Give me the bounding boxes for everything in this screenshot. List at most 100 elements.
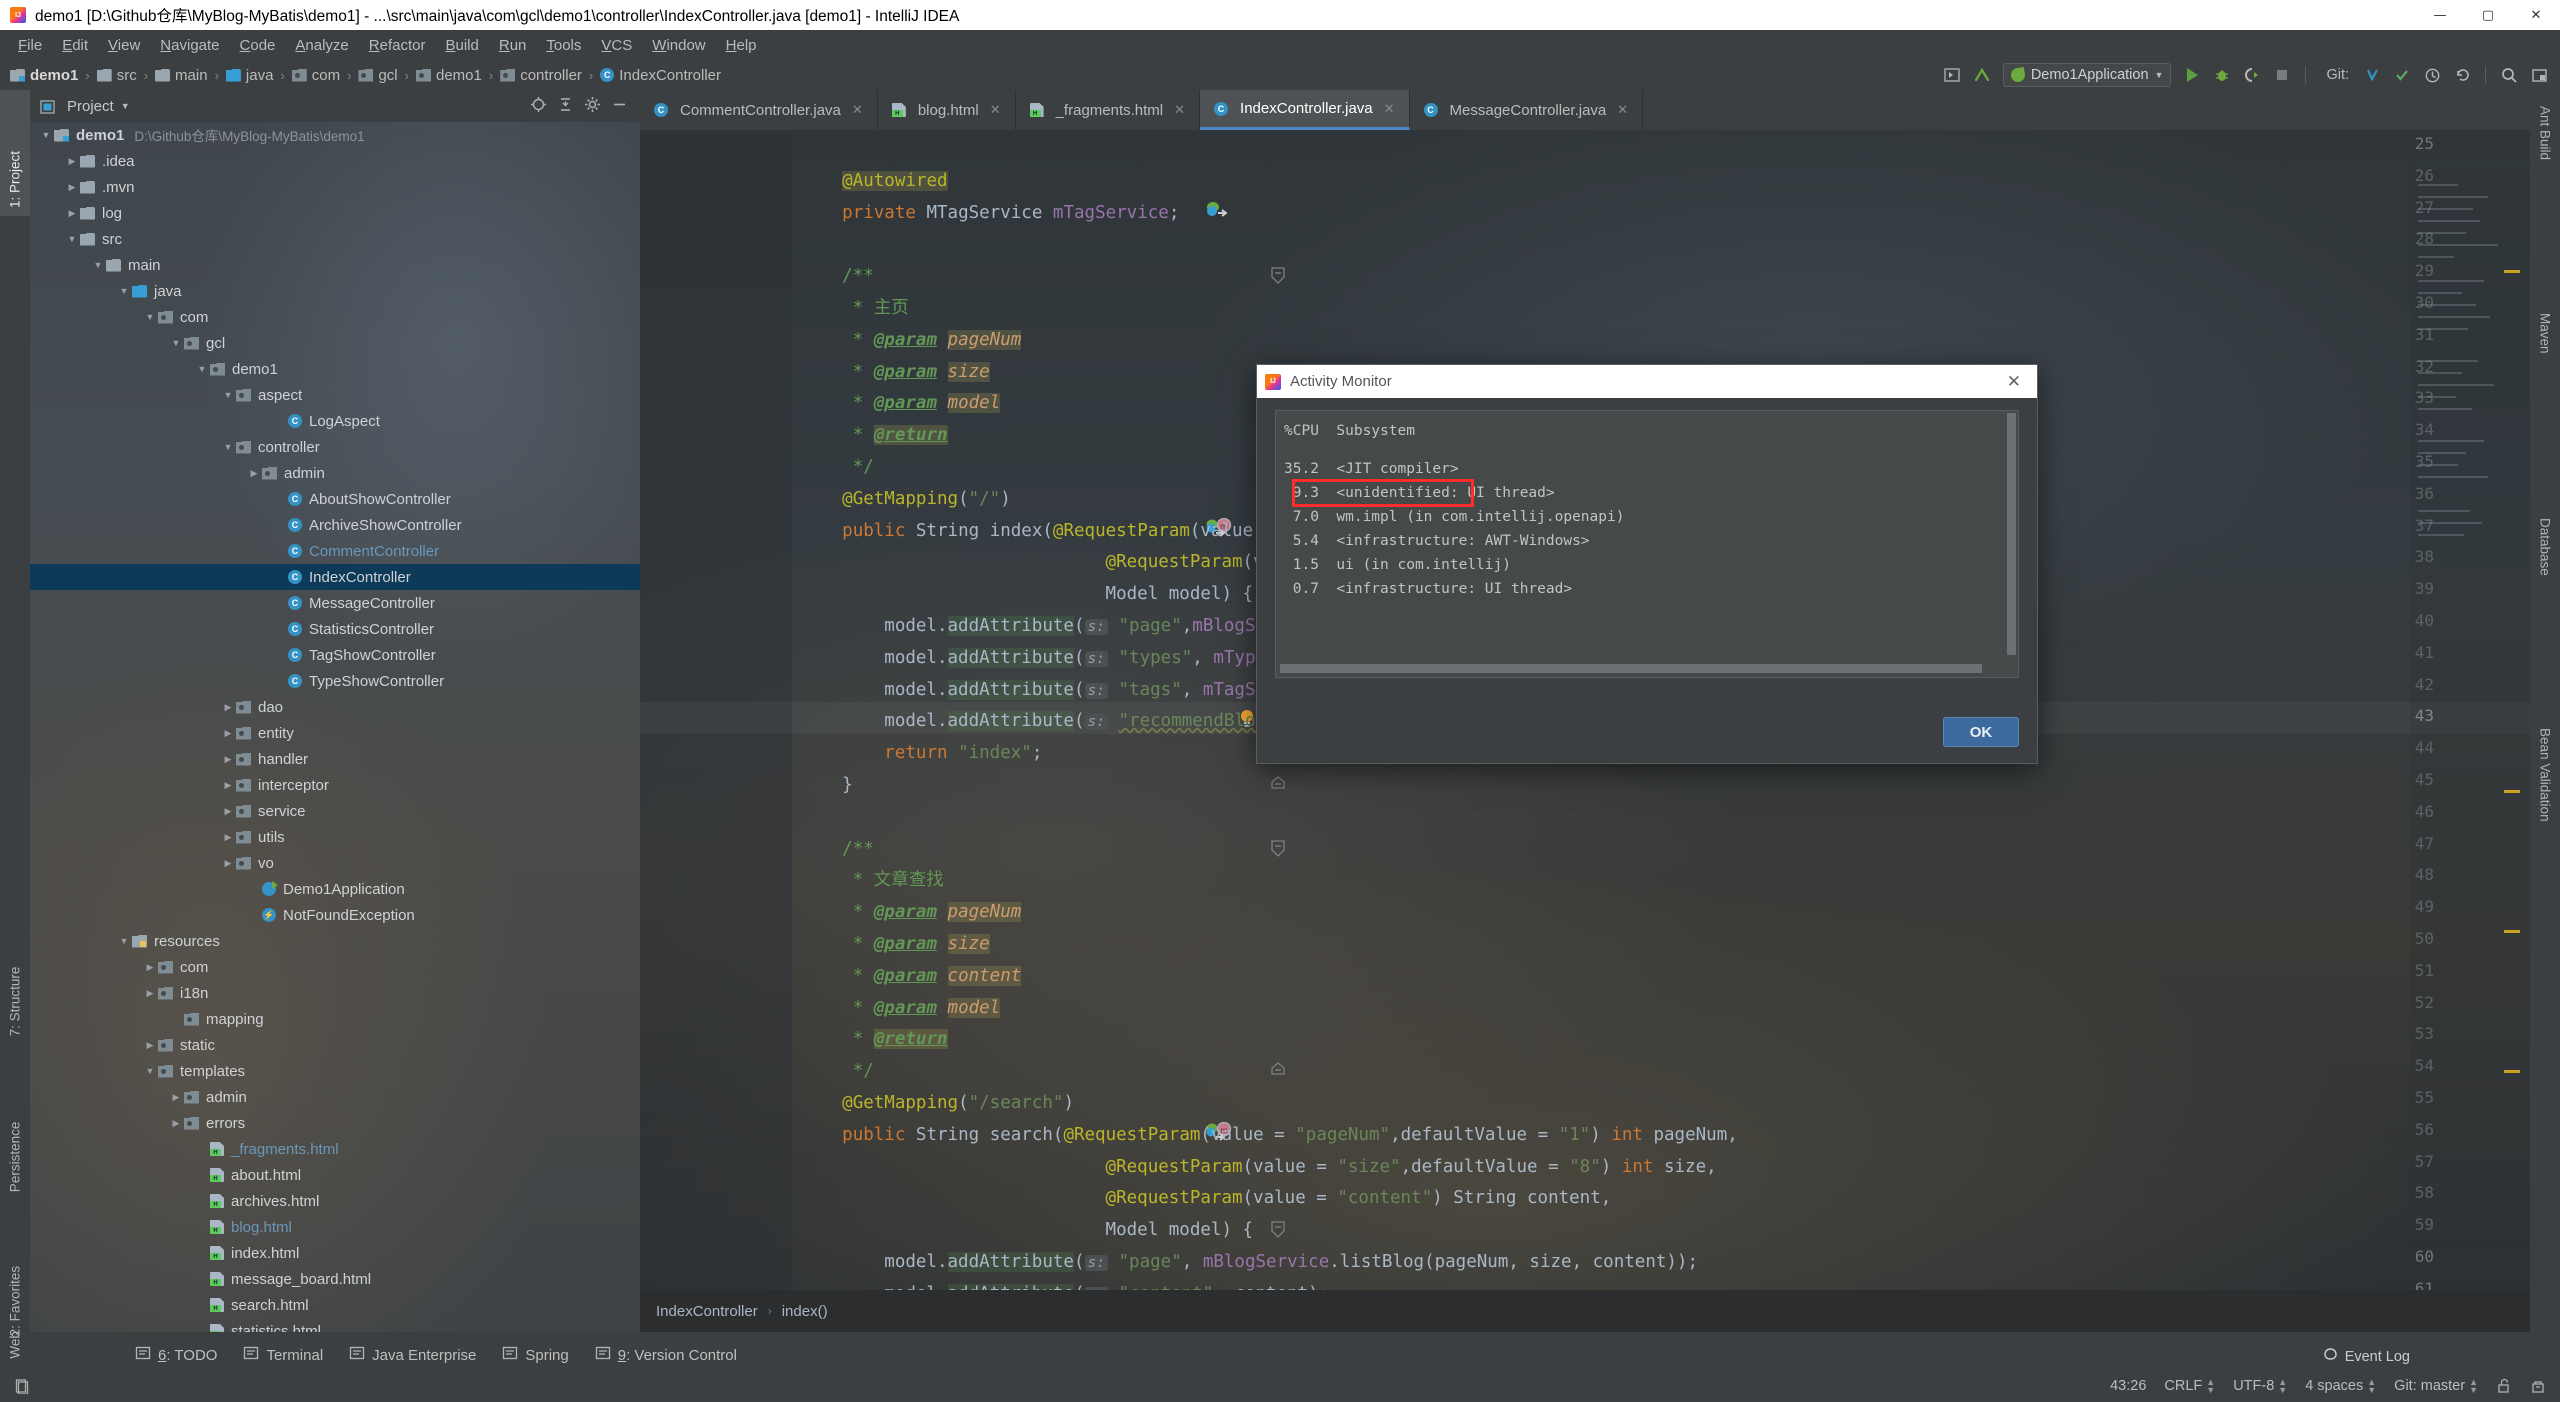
chevron-right-icon[interactable]: ▶ <box>246 468 262 479</box>
chevron-right-icon[interactable]: ▶ <box>142 962 158 973</box>
breadcrumb-item-demo1[interactable]: demo1 <box>416 67 482 84</box>
tree-node[interactable]: ▶ service <box>30 798 640 824</box>
close-icon[interactable]: ✕ <box>1174 102 1185 118</box>
tree-node[interactable]: C LogAspect <box>30 408 640 434</box>
tree-node[interactable]: C AboutShowController <box>30 486 640 512</box>
tree-node[interactable]: ▶ .mvn <box>30 174 640 200</box>
tree-node[interactable]: mapping <box>30 1006 640 1032</box>
close-icon[interactable]: ✕ <box>852 102 863 118</box>
chevron-right-icon[interactable]: ▶ <box>220 754 236 765</box>
chevron-right-icon[interactable]: ▶ <box>64 182 80 193</box>
collapse-all-icon[interactable] <box>557 96 574 116</box>
git-branch-selector[interactable]: Git: master ▲ ▼ <box>2394 1378 2478 1395</box>
activity-row[interactable]: 1.5 ui (in com.intellij) <box>1276 553 2018 577</box>
tree-node[interactable]: search.html <box>30 1292 640 1318</box>
chevron-down-icon[interactable]: ▼ <box>2155 70 2164 80</box>
menu-item-run[interactable]: Run <box>489 34 537 57</box>
coverage-icon[interactable] <box>2239 63 2265 87</box>
editor-tab-fragmentshtml[interactable]: _fragments.html ✕ <box>1016 90 1201 130</box>
minimize-button[interactable]: — <box>2416 0 2464 30</box>
git-update-icon[interactable] <box>2359 63 2385 87</box>
indent-selector[interactable]: 4 spaces ▲ ▼ <box>2305 1378 2376 1395</box>
tree-node[interactable]: blog.html <box>30 1214 640 1240</box>
settings-layout-icon[interactable] <box>2526 63 2552 87</box>
menu-item-code[interactable]: Code <box>230 34 286 57</box>
menu-item-navigate[interactable]: Navigate <box>150 34 229 57</box>
chevron-right-icon[interactable]: ▶ <box>64 156 80 167</box>
chevron-down-icon[interactable]: ▼ <box>220 390 236 400</box>
tree-node[interactable]: ▼ demo1 D:\Github仓库\MyBlog-MyBatis\demo1 <box>30 122 640 148</box>
tool-tab-maven[interactable]: Maven <box>2530 305 2560 389</box>
chevron-right-icon[interactable]: ▶ <box>142 1040 158 1051</box>
error-stripe-marker[interactable] <box>2504 270 2520 273</box>
menu-item-analyze[interactable]: Analyze <box>285 34 358 57</box>
chevron-right-icon[interactable]: ▶ <box>220 832 236 843</box>
status-bar[interactable]: 43:26 CRLF ▲ ▼ UTF-8 ▲ ▼ 4 spaces ▲ ▼ Git: … <box>0 1370 2560 1402</box>
tree-node[interactable]: ▶ vo <box>30 850 640 876</box>
tree-node[interactable]: ▼ resources <box>30 928 640 954</box>
undo-arrow-icon[interactable] <box>1969 63 1995 87</box>
error-stripe-marker[interactable] <box>2504 930 2520 933</box>
chevron-down-icon[interactable]: ▼ <box>121 101 130 111</box>
tool-tab-beanvalidation[interactable]: Bean Validation <box>2530 720 2560 900</box>
menu-item-edit[interactable]: Edit <box>52 34 98 57</box>
tree-node[interactable]: ▼ src <box>30 226 640 252</box>
chevron-down-icon[interactable]: ▼ <box>64 234 80 244</box>
chevron-down-icon[interactable]: ▼ <box>38 130 54 140</box>
caret-position[interactable]: 43:26 <box>2110 1378 2146 1394</box>
tree-node[interactable]: ▶ utils <box>30 824 640 850</box>
tree-node[interactable]: ▶ errors <box>30 1110 640 1136</box>
close-icon[interactable]: ✕ <box>990 102 1001 118</box>
close-icon[interactable]: ✕ <box>1999 372 2029 392</box>
activity-list[interactable]: %CPU Subsystem 35.2 <JIT compiler> 9.3 <u… <box>1275 410 2019 678</box>
hide-panel-icon[interactable] <box>611 96 628 116</box>
error-stripe-marker[interactable] <box>2504 1070 2520 1073</box>
chevron-down-icon[interactable]: ▼ <box>90 260 106 270</box>
editor-tab-bloghtml[interactable]: blog.html ✕ <box>878 90 1016 130</box>
chevron-right-icon[interactable]: ▶ <box>64 208 80 219</box>
activity-row[interactable]: 7.0 wm.impl (in com.intellij.openapi) <box>1276 505 2018 529</box>
tree-node[interactable]: ▼ demo1 <box>30 356 640 382</box>
tree-node[interactable]: index.html <box>30 1240 640 1266</box>
maximize-button[interactable]: ▢ <box>2464 0 2512 30</box>
tool-tab-project[interactable]: 1: Project <box>0 90 30 216</box>
bottom-tab-terminal[interactable]: Terminal <box>243 1345 323 1365</box>
debug-icon[interactable] <box>2209 63 2235 87</box>
chevron-right-icon[interactable]: ▶ <box>220 806 236 817</box>
tree-node[interactable]: ▶ log <box>30 200 640 226</box>
breadcrumb-item-main[interactable]: main <box>155 67 208 84</box>
breadcrumb-item-java[interactable]: java <box>225 67 273 84</box>
chevron-right-icon[interactable]: ▶ <box>220 702 236 713</box>
editor-tab-indexcontrollerjava[interactable]: C IndexController.java ✕ <box>1200 90 1410 130</box>
menu-item-help[interactable]: Help <box>716 34 767 57</box>
tree-node[interactable]: ▼ templates <box>30 1058 640 1084</box>
tree-node[interactable]: C ArchiveShowController <box>30 512 640 538</box>
bottom-tab-versioncontrol[interactable]: 9: Version Control <box>595 1345 737 1365</box>
tree-node[interactable]: ▼ java <box>30 278 640 304</box>
lock-open-icon[interactable] <box>2496 1378 2512 1394</box>
horizontal-scrollbar[interactable] <box>1280 664 1982 673</box>
tree-node[interactable]: ▶ dao <box>30 694 640 720</box>
error-stripe-marker[interactable] <box>2504 790 2520 793</box>
search-everywhere-icon[interactable] <box>2496 63 2522 87</box>
bottom-tab-javaenterprise[interactable]: Java Enterprise <box>349 1345 476 1365</box>
tree-node[interactable]: ⚡ NotFoundException <box>30 902 640 928</box>
git-history-icon[interactable] <box>2419 63 2445 87</box>
stop-icon[interactable] <box>2269 63 2295 87</box>
run-configuration-selector[interactable]: Demo1Application ▼ <box>2002 63 2172 87</box>
close-icon[interactable]: ✕ <box>1617 102 1628 118</box>
encoding-selector[interactable]: UTF-8 ▲ ▼ <box>2233 1378 2287 1395</box>
tree-node[interactable]: ▶ admin <box>30 460 640 486</box>
locate-icon[interactable] <box>530 96 547 116</box>
menu-bar[interactable]: File Edit View Navigate Code Analyze Refactor B… <box>0 30 2560 60</box>
menu-item-refactor[interactable]: Refactor <box>359 34 436 57</box>
editor-tabs[interactable]: CCommentController.java✕blog.html✕_fragm… <box>640 90 2530 130</box>
tree-node[interactable]: ▶ entity <box>30 720 640 746</box>
project-tool-window[interactable]: Project ▼ ▼ demo1 D:\Github仓库\MyBlog-MyBat… <box>30 90 640 1332</box>
tree-node[interactable]: C MessageController <box>30 590 640 616</box>
bottom-tab-spring[interactable]: Spring <box>502 1345 569 1365</box>
tree-node[interactable]: C CommentController <box>30 538 640 564</box>
editor-tab-commentcontrollerjava[interactable]: C CommentController.java ✕ <box>640 90 878 130</box>
tree-node[interactable]: ▼ com <box>30 304 640 330</box>
tree-node[interactable]: message_board.html <box>30 1266 640 1292</box>
